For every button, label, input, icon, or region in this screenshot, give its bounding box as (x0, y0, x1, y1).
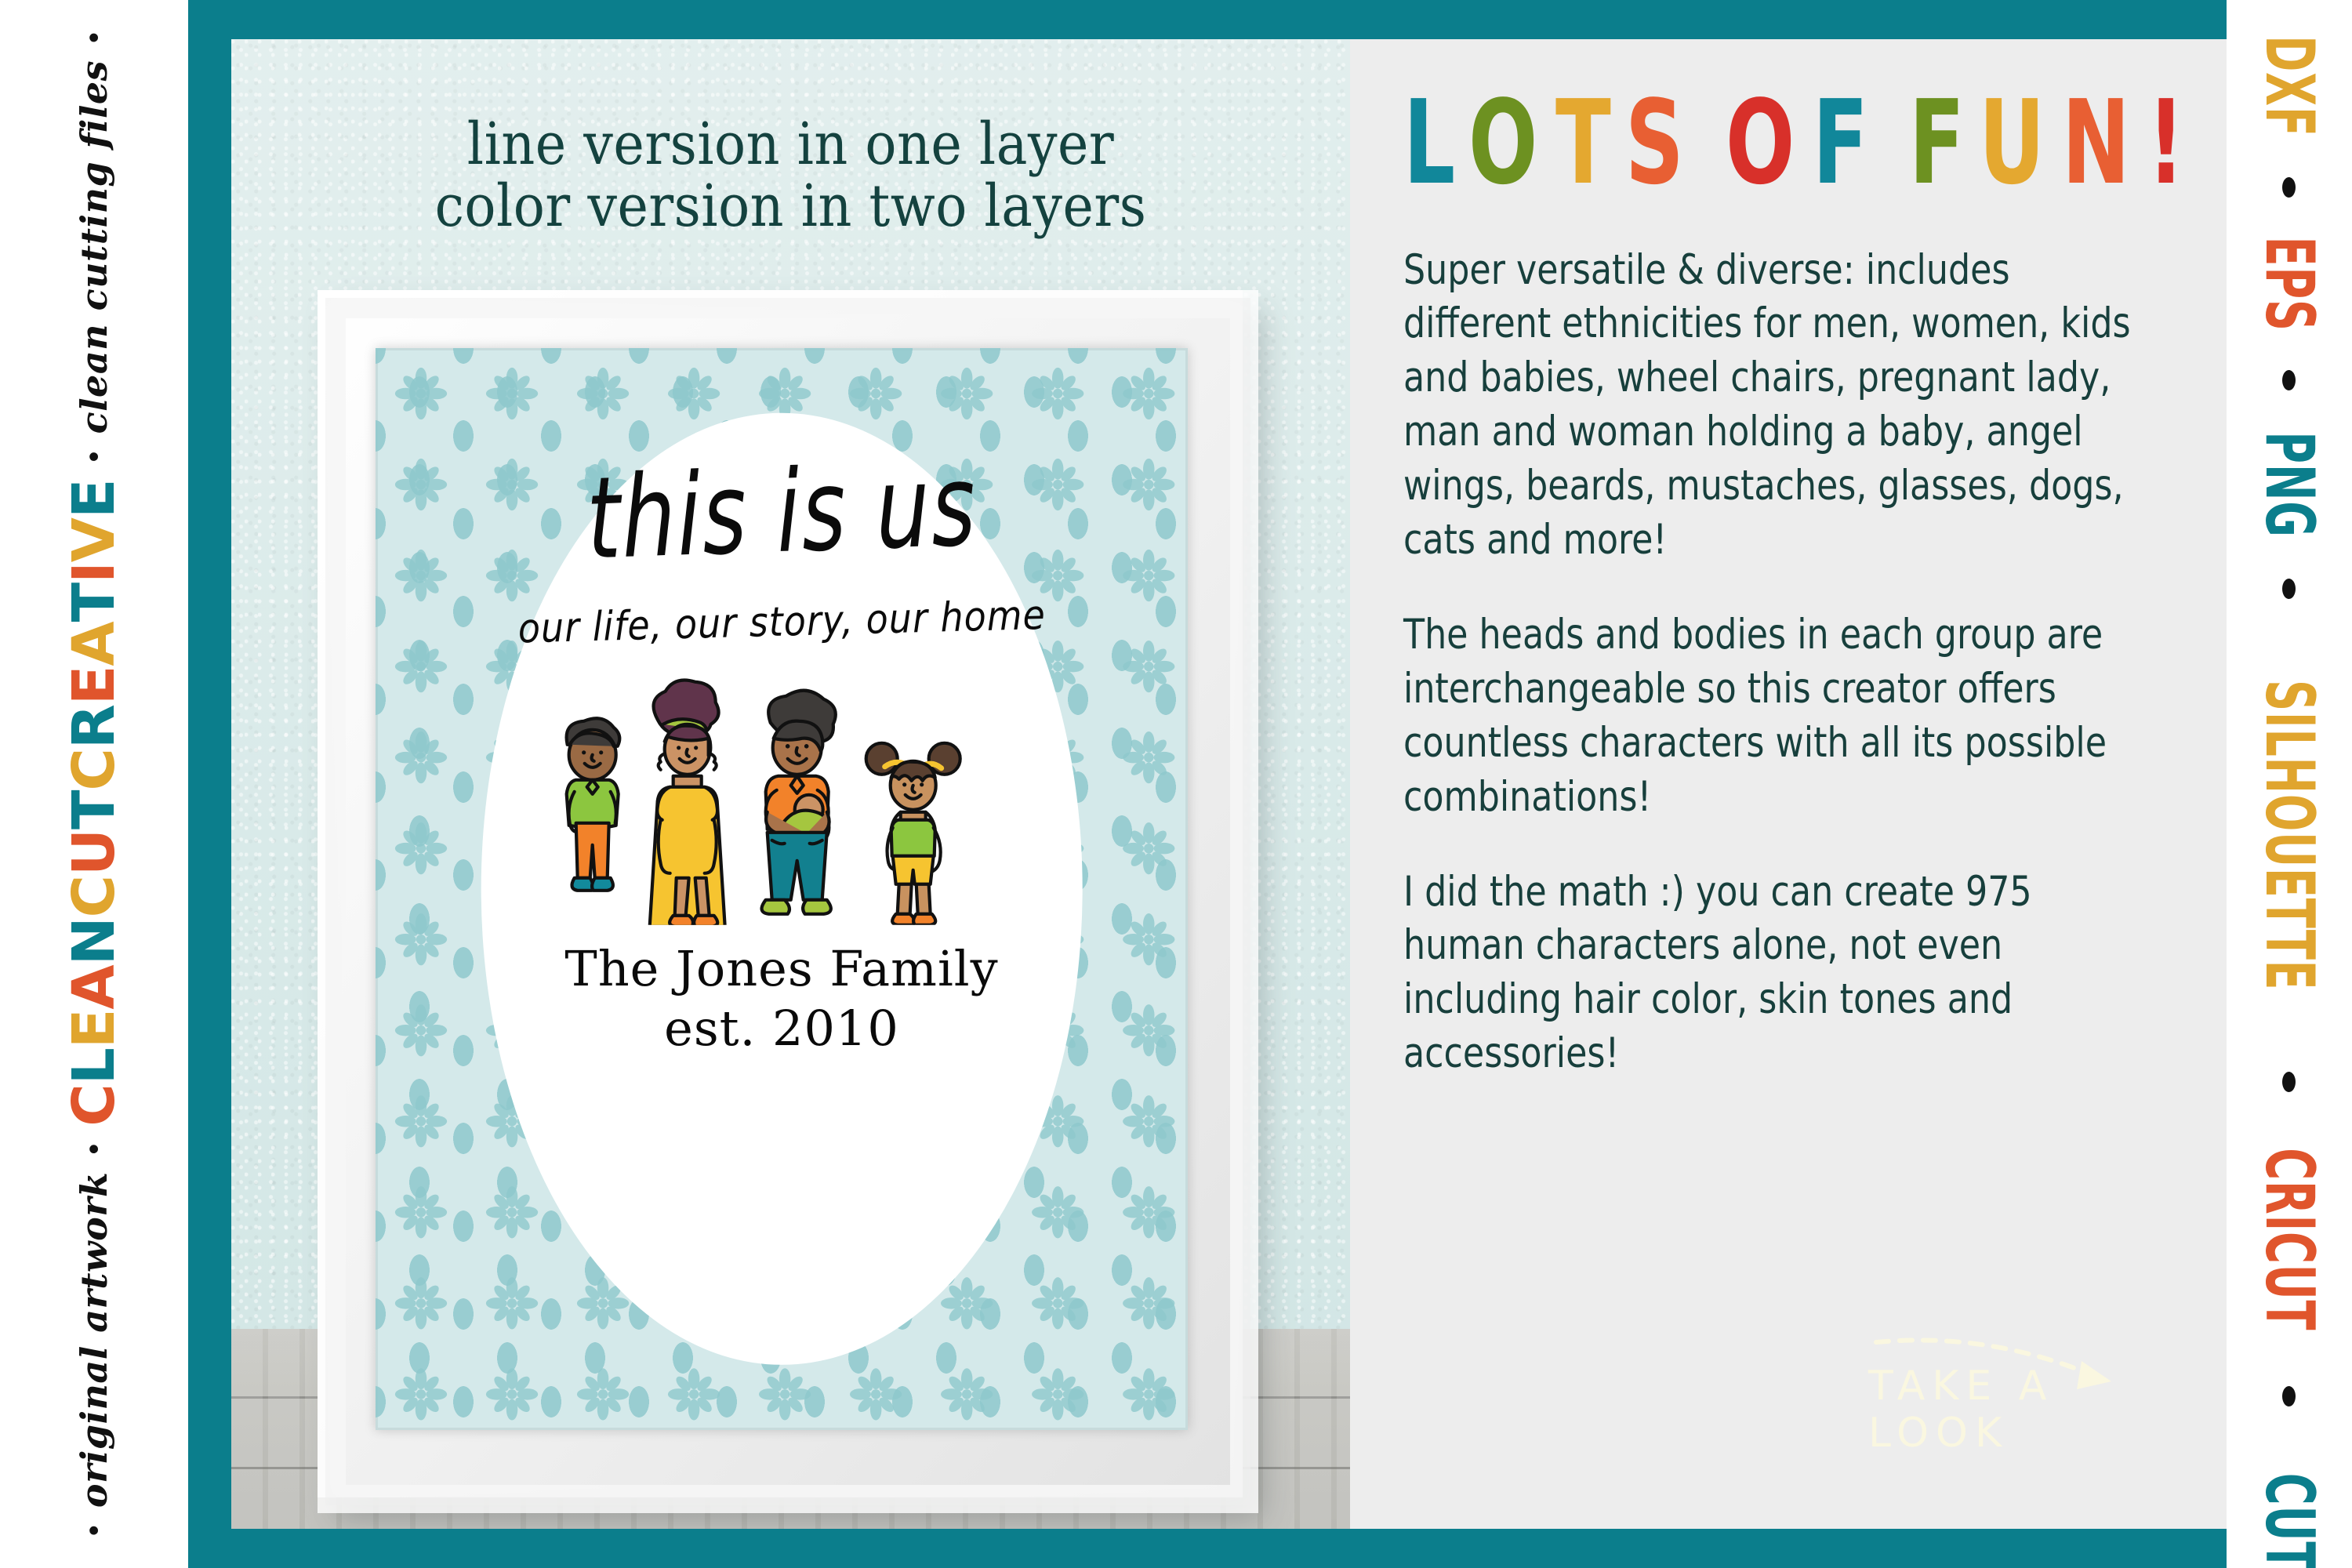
brand-letter: I (60, 562, 128, 583)
header-line-2: color version in two layers (434, 172, 1147, 241)
separator-dot-icon (2282, 370, 2296, 391)
brand-letter: E (60, 1009, 128, 1049)
brand-letter: L (60, 1048, 128, 1085)
brand-name-cleancutcreative: CLEANCUTCREATIVE (60, 479, 128, 1126)
format-label: DXF (2250, 35, 2328, 137)
format-label: CRICUT (2250, 1147, 2328, 1330)
dashed-arrow-icon (1874, 1338, 2111, 1389)
headline-letter: T (1555, 75, 1611, 210)
format-label: EPS (2250, 236, 2328, 332)
headline-letter: O (1468, 75, 1537, 210)
headline-letter: F (1908, 75, 1965, 210)
brand-letter: V (60, 518, 128, 563)
left-brand-rotated: • original artwork • CLEANCUTCREATIVE • … (0, 0, 188, 1568)
artwork-headline-script: this is us (584, 439, 979, 585)
bullet-icon: • (77, 31, 111, 43)
headline-letter: O (1725, 75, 1795, 210)
right-formats-strip: SVGDXFEPSPNGSILHOUETTECRICUTCUTFILES (2227, 0, 2352, 1568)
tagline-clean-cutting-files: clean cutting files (73, 60, 115, 434)
character-man-holding-baby (760, 689, 838, 916)
separator-dot-icon (2282, 579, 2296, 600)
photo-header-text: line version in one layer color version … (231, 111, 1350, 241)
tagline-original-artwork: original artwork (73, 1171, 115, 1508)
brand-letter: C (60, 1084, 128, 1127)
brand-letter: U (60, 829, 128, 877)
character-boy (564, 717, 622, 893)
headline-letter: F (1812, 75, 1868, 210)
separator-dot-icon (2282, 176, 2296, 198)
right-formats-rotated: SVGDXFEPSPNGSILHOUETTECRICUTCUTFILES (2227, 0, 2352, 1568)
format-label: SILHOUETTE (2250, 680, 2328, 991)
take-a-look-watermark: TAKE A LOOK (1868, 1328, 2205, 1461)
separator-dot-icon (2282, 1386, 2296, 1407)
brand-line: • original artwork • CLEANCUTCREATIVE • … (60, 32, 128, 1536)
brand-letter: N (60, 917, 128, 966)
watermark-text: TAKE A LOOK (1868, 1363, 2054, 1457)
family-characters-illustration (564, 678, 963, 926)
character-woman (648, 678, 727, 926)
brand-letter: E (60, 479, 128, 518)
brand-letter: A (60, 622, 128, 666)
bullet-icon: • (77, 451, 111, 463)
artwork-oval: this is us our life, our story, our home (481, 412, 1083, 1366)
brand-letter: C (60, 876, 128, 918)
headline-letter: U (1978, 75, 2045, 210)
family-est: est. 2010 (664, 999, 899, 1057)
product-photo-panel: line version in one layer color version … (231, 39, 1350, 1529)
artwork-subline-script: our life, our story, our home (517, 591, 1047, 653)
headline-letter: ! (2147, 75, 2184, 210)
family-name: The Jones Family (564, 940, 999, 998)
info-paragraph-2: The heads and bodies in each group are i… (1403, 610, 2107, 821)
bullet-icon: • (77, 1525, 111, 1537)
brand-letter: E (60, 666, 128, 706)
character-girl (864, 742, 963, 926)
product-listing-canvas: • original artwork • CLEANCUTCREATIVE • … (0, 0, 2352, 1568)
brand-letter: T (60, 790, 128, 829)
header-line-1: line version in one layer (466, 111, 1115, 178)
info-paragraph-1: Super versatile & diverse: includes diff… (1403, 245, 2131, 564)
headline-lots-of-fun: L O T S O F F U N! (1403, 75, 2207, 210)
format-label: PNG (2250, 431, 2328, 538)
brand-letter: A (60, 965, 128, 1010)
family-name-block: The Jones Family est. 2010 (564, 939, 998, 1058)
headline-letter: N (2062, 75, 2130, 210)
brand-letter: C (60, 749, 128, 791)
headline-letter: L (1403, 75, 1455, 210)
picture-frame: this is us our life, our story, our home (318, 290, 1258, 1513)
brand-letter: T (60, 583, 128, 622)
formats-line: SVGDXFEPSPNGSILHOUETTECRICUTCUTFILES (2250, 0, 2328, 1568)
bullet-icon: • (77, 1143, 111, 1155)
left-brand-strip: • original artwork • CLEANCUTCREATIVE • … (0, 0, 188, 1568)
separator-dot-icon (2282, 1071, 2296, 1092)
format-label: CUTFILES (2250, 1473, 2328, 1568)
brand-letter: R (60, 705, 128, 750)
info-panel: L O T S O F F U N! Super versatile & diverse: in… (1350, 39, 2257, 1529)
frame-mat: this is us our life, our story, our home (376, 348, 1188, 1430)
info-paragraph-3: I did the math :) you can create 975 hum… (1403, 867, 2032, 1078)
headline-letter: S (1624, 75, 1684, 210)
